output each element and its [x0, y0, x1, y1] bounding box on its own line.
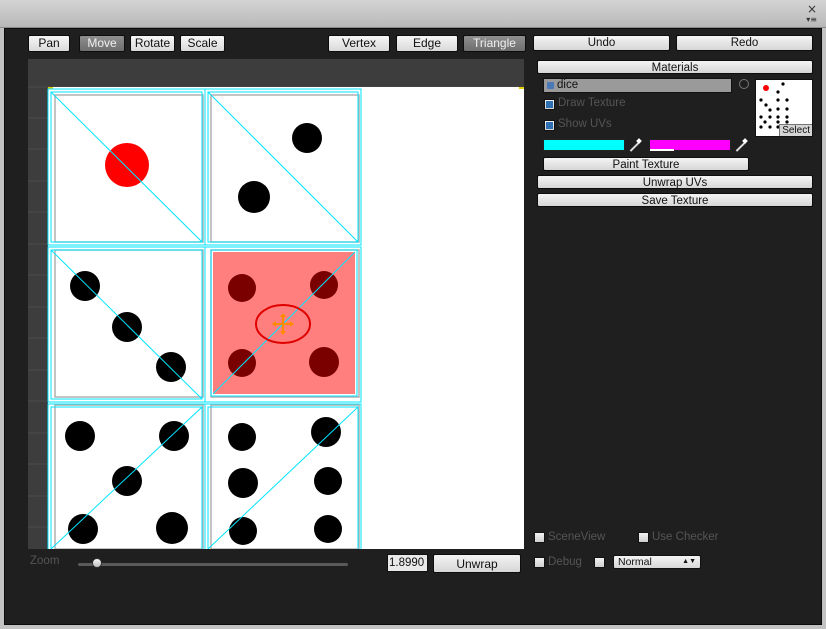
save-texture-button[interactable]: Save Texture [537, 193, 813, 207]
draw-texture-label: Draw Texture [558, 97, 626, 109]
preview-select-button[interactable]: Select [779, 124, 812, 136]
vertex-mode-button[interactable]: Vertex [328, 35, 390, 52]
uv-editor-panel: Pan Move Rotate Scale Vertex Edge Triang… [4, 28, 822, 625]
uv-viewport[interactable] [28, 59, 524, 549]
draw-texture-checkbox[interactable] [544, 99, 555, 110]
redo-button[interactable]: Redo [676, 35, 813, 51]
undo-button[interactable]: Undo [533, 35, 670, 51]
zoom-value-field[interactable]: 1.8990 [387, 554, 428, 572]
display-mode-value: Normal [618, 556, 652, 568]
edge-mode-button[interactable]: Edge [396, 35, 458, 52]
texture-name: dice [557, 79, 579, 91]
option-checkbox[interactable] [594, 557, 605, 568]
window-titlebar: × ▾≡ [0, 0, 826, 28]
uv-canvas[interactable] [28, 59, 524, 549]
use-checker-label: Use Checker [652, 531, 719, 543]
paint-texture-button[interactable]: Paint Texture [543, 157, 749, 171]
selection-color-swatch[interactable] [649, 139, 731, 151]
scene-view-label: SceneView [548, 531, 606, 543]
dropdown-arrow-icon: ▲▼ [682, 558, 696, 565]
uv-color-swatch[interactable] [543, 139, 625, 151]
move-button[interactable]: Move [79, 35, 125, 52]
scene-view-checkbox[interactable] [534, 532, 545, 543]
zoom-slider-thumb[interactable] [91, 558, 102, 568]
unwrap-uvs-button[interactable]: Unwrap UVs [537, 175, 813, 189]
close-icon[interactable]: × [807, 3, 817, 15]
zoom-label: Zoom [30, 555, 60, 567]
texture-preview[interactable]: Select [755, 79, 813, 137]
eyedropper-icon[interactable] [629, 140, 641, 152]
display-mode-dropdown[interactable]: Normal ▲▼ [613, 555, 701, 569]
rotate-button[interactable]: Rotate [130, 35, 175, 52]
show-uvs-label: Show UVs [558, 118, 612, 130]
eyedropper-icon[interactable] [735, 140, 747, 152]
texture-icon [547, 82, 554, 89]
alpha-bar [650, 149, 674, 151]
pan-button[interactable]: Pan [28, 35, 70, 52]
debug-label: Debug [548, 556, 582, 568]
use-checker-checkbox[interactable] [638, 532, 649, 543]
triangle-mode-button[interactable]: Triangle [463, 35, 526, 52]
show-uvs-checkbox[interactable] [544, 120, 555, 131]
zoom-slider[interactable] [78, 563, 348, 566]
unwrap-button[interactable]: Unwrap [433, 554, 521, 573]
texture-field[interactable]: dice [543, 78, 732, 93]
window-menu-icon[interactable]: ▾≡ [806, 16, 817, 24]
debug-checkbox[interactable] [534, 557, 545, 568]
object-picker-icon[interactable] [739, 79, 749, 89]
scale-button[interactable]: Scale [180, 35, 225, 52]
materials-foldout[interactable]: Materials [537, 60, 813, 74]
